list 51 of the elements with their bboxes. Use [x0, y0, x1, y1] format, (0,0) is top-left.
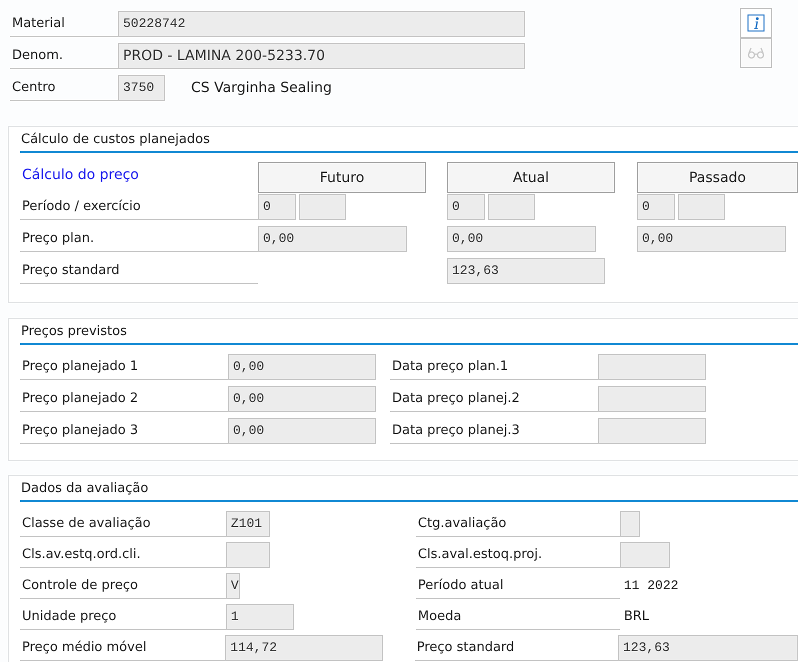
- price-field[interactable]: 0,00: [228, 418, 376, 444]
- input-field[interactable]: 1: [226, 604, 294, 630]
- field-label: Cls.av.estq.ord.cli.: [20, 542, 226, 568]
- date-field[interactable]: [598, 354, 706, 380]
- price-field[interactable]: 0,00: [447, 226, 596, 252]
- field-label: Controle de preço: [20, 572, 226, 598]
- input-field[interactable]: [226, 542, 270, 568]
- date-field[interactable]: [598, 386, 706, 412]
- input-field[interactable]: V: [226, 572, 240, 598]
- period-field[interactable]: 0: [258, 194, 296, 220]
- price-field[interactable]: 0,00: [228, 354, 376, 380]
- field-label: Período / exercício: [20, 194, 258, 220]
- section-title: Cálculo de custos planejados: [20, 129, 798, 153]
- period-button[interactable]: Futuro: [258, 162, 426, 193]
- year-field[interactable]: [488, 194, 535, 220]
- info-icon: [747, 14, 765, 32]
- field-label: Preço standard: [20, 258, 258, 284]
- input-field[interactable]: Z101: [226, 510, 270, 536]
- info-button[interactable]: [740, 8, 772, 38]
- year-field[interactable]: [299, 194, 346, 220]
- field-label: Cls.aval.estoq.proj.: [416, 542, 620, 568]
- plant-description: CS Varginha Sealing: [191, 80, 332, 96]
- price-field[interactable]: 0,00: [637, 226, 786, 252]
- input-field[interactable]: [620, 510, 640, 536]
- input-field[interactable]: PROD - LAMINA 200-5233.70: [118, 43, 525, 69]
- field-value: 11 2022: [622, 576, 678, 594]
- price-calc-link[interactable]: Cálculo do preço: [20, 167, 258, 183]
- input-field[interactable]: 114,72: [225, 634, 384, 660]
- field-label: Ctg.avaliação: [416, 510, 620, 536]
- section-title: Dados da avaliação: [20, 478, 798, 502]
- field-label: Unidade preço: [20, 604, 226, 630]
- glasses-icon: [747, 47, 765, 59]
- date-field[interactable]: [598, 418, 706, 444]
- price-field[interactable]: 123,63: [447, 258, 605, 284]
- field-label: Preço plan.: [20, 226, 258, 252]
- input-field[interactable]: [620, 542, 670, 568]
- price-field[interactable]: 0,00: [258, 226, 407, 252]
- price-field[interactable]: 0,00: [228, 386, 376, 412]
- field-value: BRL: [622, 608, 650, 626]
- period-field[interactable]: 0: [637, 194, 675, 220]
- field-label: Moeda: [416, 604, 620, 630]
- period-button[interactable]: Atual: [447, 162, 615, 193]
- period-button[interactable]: Passado: [637, 162, 798, 193]
- input-field[interactable]: 123,63: [618, 634, 798, 660]
- period-field[interactable]: 0: [447, 194, 485, 220]
- section-title: Preços previstos: [20, 321, 798, 345]
- year-field[interactable]: [678, 194, 725, 220]
- field-label: Período atual: [416, 572, 620, 598]
- field-label: Classe de avaliação: [20, 510, 226, 536]
- input-field[interactable]: 50228742: [118, 11, 525, 37]
- input-field[interactable]: 3750: [118, 75, 165, 101]
